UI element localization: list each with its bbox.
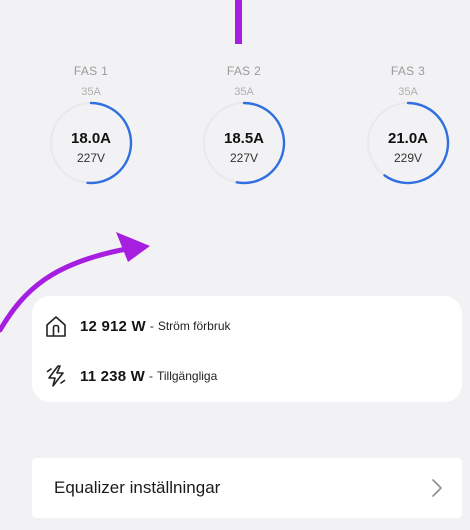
gauge-current: 18.5A bbox=[223, 130, 265, 147]
equalizer-settings-row[interactable]: Equalizer inställningar bbox=[32, 458, 462, 518]
equalizer-settings-label: Equalizer inställningar bbox=[54, 478, 221, 497]
available-separator: - bbox=[148, 369, 153, 383]
annotation-arrowhead bbox=[116, 232, 150, 262]
consumption-separator: - bbox=[149, 319, 154, 333]
phase-title: FAS 2 bbox=[226, 64, 262, 78]
gauge-voltage: 227V bbox=[76, 151, 106, 165]
gauge-current: 21.0A bbox=[387, 130, 429, 147]
gauge-voltage: 227V bbox=[229, 151, 259, 165]
gauge-voltage: 229V bbox=[393, 151, 423, 165]
lightning-icon bbox=[44, 364, 68, 388]
available-value: 11 238 W bbox=[80, 367, 145, 385]
available-label: Tillgängliga bbox=[156, 369, 218, 383]
consumption-value: 12 912 W bbox=[80, 317, 146, 335]
phase-gauge: 35A 18.5A 227V bbox=[199, 86, 289, 186]
gauge-max: 35A bbox=[81, 86, 101, 98]
home-plug-icon bbox=[44, 314, 68, 338]
available-row: 11 238 W - Tillgängliga bbox=[44, 363, 217, 389]
gauge-current: 18.0A bbox=[70, 130, 112, 147]
chevron-right-icon bbox=[432, 479, 442, 497]
phase-gauge: 35A 18.0A 227V bbox=[46, 86, 136, 186]
phase-3: FAS 3 35A 21.0A 229V bbox=[353, 64, 463, 186]
consumption-label: Ström förbruk bbox=[157, 319, 231, 333]
phase-title: FAS 1 bbox=[73, 64, 109, 78]
power-summary-card: 12 912 W - Ström förbruk 11 238 W - Till… bbox=[32, 296, 462, 402]
gauge-max: 35A bbox=[398, 86, 418, 98]
consumption-row: 12 912 W - Ström förbruk bbox=[44, 313, 231, 339]
phase-1: FAS 1 35A 18.0A 227V bbox=[36, 64, 146, 186]
phase-gauge: 35A 21.0A 229V bbox=[363, 86, 453, 186]
phase-title: FAS 3 bbox=[390, 64, 426, 78]
gauge-max: 35A bbox=[234, 86, 254, 98]
phase-2: FAS 2 35A 18.5A 227V bbox=[189, 64, 299, 186]
annotation-bar bbox=[235, 0, 242, 44]
